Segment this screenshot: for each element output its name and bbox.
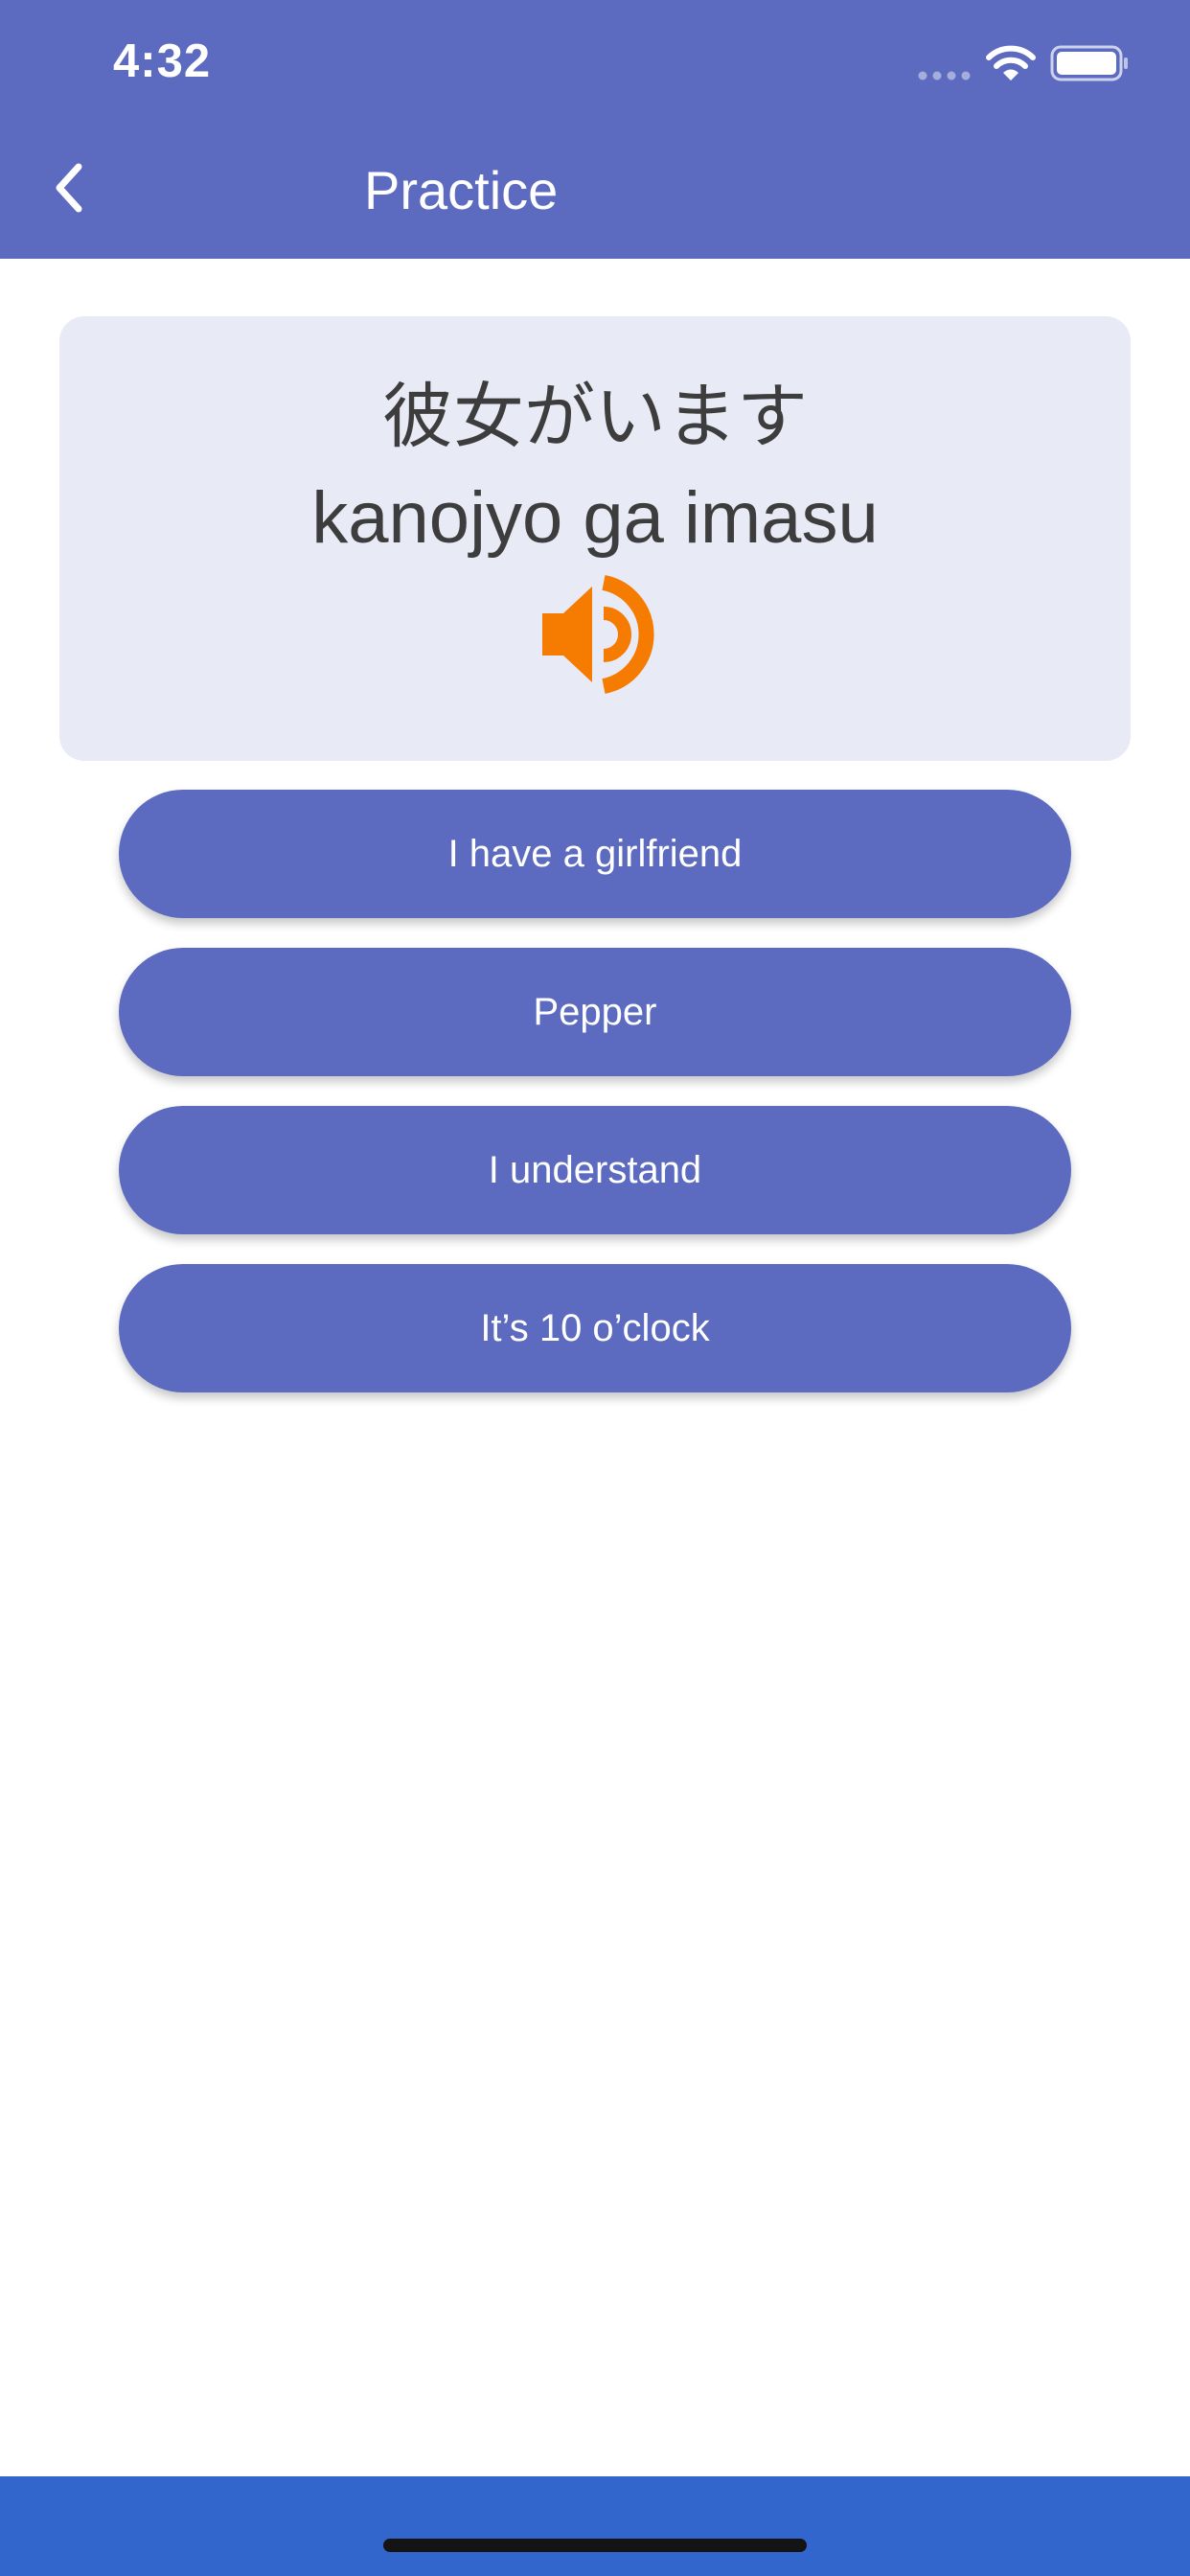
page-title: Practice	[364, 160, 559, 220]
question-card: 彼女がいます kanojyo ga imasu	[59, 316, 1131, 761]
answer-option-button[interactable]: I understand	[119, 1106, 1071, 1234]
play-audio-button[interactable]	[533, 575, 657, 694]
question-japanese: 彼女がいます	[382, 376, 808, 458]
answer-option-button[interactable]: I have a girlfriend	[119, 790, 1071, 918]
speaker-icon	[542, 575, 654, 694]
status-time: 4:32	[113, 35, 212, 87]
wifi-icon	[986, 45, 1036, 80]
chevron-left-icon	[56, 163, 82, 213]
back-button[interactable]	[38, 153, 100, 222]
app-header: 4:32 Practice	[0, 0, 1190, 259]
cellular-signal-icon	[918, 71, 971, 80]
question-romaji: kanojyo ga imasu	[311, 477, 879, 559]
bottom-bar	[0, 2476, 1190, 2576]
home-indicator[interactable]	[383, 2539, 807, 2552]
battery-icon	[1050, 45, 1128, 81]
answer-option-button[interactable]: It’s 10 o’clock	[119, 1264, 1071, 1392]
answer-option-button[interactable]: Pepper	[119, 948, 1071, 1076]
